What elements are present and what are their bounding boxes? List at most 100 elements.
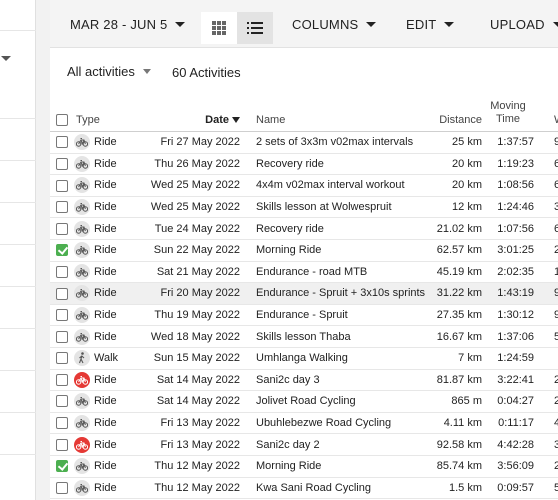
bike-icon	[74, 199, 90, 216]
side-panel-divider	[0, 160, 36, 161]
row-checkbox[interactable]	[56, 201, 68, 214]
table-row[interactable]: Ride Sat 21 May 2022 Endurance - road MTB 4…	[50, 261, 558, 284]
activity-name-link[interactable]: Morning Ride	[250, 239, 430, 262]
table-row[interactable]: Ride Sat 14 May 2022 Jolivet Road Cycling 8…	[50, 390, 558, 413]
date-cell: Sun 22 May 2022	[128, 239, 250, 262]
row-checkbox[interactable]	[56, 136, 68, 149]
table-row[interactable]: Ride Wed 25 May 2022 Skills lesson at Wolw…	[50, 196, 558, 219]
activity-name-link[interactable]: Endurance - road MTB	[250, 261, 430, 284]
moving-time-cell: 4:42:28	[482, 433, 540, 456]
row-checkbox[interactable]	[56, 438, 68, 451]
table-row[interactable]: Ride Tue 24 May 2022 Recovery ride 21.02 km…	[50, 217, 558, 240]
date-cell: Sat 14 May 2022	[128, 390, 250, 413]
chevron-down-icon	[444, 21, 455, 27]
row-checkbox[interactable]	[56, 417, 68, 430]
date-range-label: MAR 28 - JUN 5	[70, 16, 168, 32]
bike-icon	[74, 242, 90, 259]
bike-icon	[74, 328, 90, 345]
side-panel-divider	[0, 286, 36, 287]
work-cell: 46	[540, 412, 558, 435]
table-row[interactable]: Ride Fri 13 May 2022 Sani2c day 2 92.58 km 4…	[50, 433, 558, 456]
moving-time-cell: 0:09:57	[482, 477, 540, 500]
date-range-dropdown[interactable]: MAR 28 - JUN 5	[70, 0, 186, 48]
activity-name-link[interactable]: Endurance - Spruit + 3x10s sprints	[250, 282, 430, 305]
activity-name-link[interactable]: Ubuhlebezwe Road Cycling	[250, 412, 430, 435]
table-row[interactable]: Ride Fri 13 May 2022 Ubuhlebezwe Road Cycl…	[50, 412, 558, 435]
column-header-work[interactable]: Work	[540, 100, 558, 132]
activity-name-link[interactable]: Kwa Sani Road Cycling	[250, 477, 430, 500]
activity-name-link[interactable]: 4x4m v02max interval workout	[250, 174, 430, 197]
distance-cell: 16.67 km	[430, 325, 482, 348]
activity-name-link[interactable]: 2 sets of 3x3m v02max intervals	[250, 131, 430, 154]
table-row[interactable]: Ride Thu 12 May 2022 Morning Ride 85.74 km 3…	[50, 455, 558, 478]
activity-name-link[interactable]: Sani2c day 2	[250, 433, 430, 456]
row-checkbox[interactable]	[56, 265, 68, 278]
distance-cell: 20 km	[430, 174, 482, 197]
bike-icon	[74, 263, 90, 280]
bike-icon	[74, 393, 90, 410]
type-label: Ride	[94, 157, 117, 170]
edit-dropdown[interactable]: EDIT	[406, 0, 455, 48]
row-checkbox[interactable]	[56, 330, 68, 343]
distance-cell: 12 km	[430, 196, 482, 219]
columns-dropdown[interactable]: COLUMNS	[292, 0, 377, 48]
grid-view-button[interactable]	[201, 12, 237, 44]
row-checkbox[interactable]	[56, 309, 68, 322]
table-row[interactable]: Ride Thu 12 May 2022 Kwa Sani Road Cycling…	[50, 477, 558, 500]
select-all-checkbox[interactable]	[56, 114, 68, 126]
row-checkbox[interactable]	[56, 244, 68, 257]
table-row[interactable]: Walk Sun 15 May 2022 Umhlanga Walking 7 km 1…	[50, 347, 558, 370]
activity-name-link[interactable]: Morning Ride	[250, 455, 430, 478]
table-row[interactable]: Ride Wed 25 May 2022 4x4m v02max interval …	[50, 174, 558, 197]
type-label: Ride	[94, 222, 117, 235]
column-header-distance[interactable]: Distance	[430, 100, 482, 132]
table-row[interactable]: Ride Thu 19 May 2022 Endurance - Spruit 27.…	[50, 304, 558, 327]
table-row[interactable]: Ride Sat 14 May 2022 Sani2c day 3 81.87 km 3…	[50, 369, 558, 392]
distance-cell: 31.22 km	[430, 282, 482, 305]
side-panel-divider	[0, 328, 36, 329]
column-header-moving-time[interactable]: Moving Time	[482, 100, 540, 132]
column-header-date[interactable]: Date	[128, 100, 250, 132]
bike-icon	[74, 155, 90, 172]
type-label: Ride	[94, 460, 117, 473]
work-cell: 595	[540, 325, 558, 348]
row-checkbox[interactable]	[56, 222, 68, 235]
row-select-cell	[50, 304, 74, 327]
activity-name-link[interactable]: Umhlanga Walking	[250, 347, 430, 370]
row-checkbox[interactable]	[56, 460, 68, 473]
row-select-cell	[50, 196, 74, 219]
table-row[interactable]: Ride Fri 27 May 2022 2 sets of 3x3m v02max…	[50, 131, 558, 154]
column-header-type[interactable]: Type	[74, 100, 128, 132]
column-header-name[interactable]: Name	[250, 100, 430, 132]
select-all-header	[50, 100, 74, 132]
row-checkbox[interactable]	[56, 481, 68, 494]
table-row[interactable]: Ride Sun 22 May 2022 Morning Ride 62.57 km 3…	[50, 239, 558, 262]
activity-name-link[interactable]: Skills lesson Thaba	[250, 325, 430, 348]
row-checkbox[interactable]	[56, 352, 68, 365]
date-cell: Wed 25 May 2022	[128, 196, 250, 219]
row-checkbox[interactable]	[56, 179, 68, 192]
activity-name-link[interactable]: Jolivet Road Cycling	[250, 390, 430, 413]
table-row[interactable]: Ride Wed 18 May 2022 Skills lesson Thaba 16…	[50, 325, 558, 348]
upload-dropdown[interactable]: UPLOAD	[490, 0, 558, 48]
row-checkbox[interactable]	[56, 395, 68, 408]
table-row[interactable]: Ride Fri 20 May 2022 Endurance - Spruit + …	[50, 282, 558, 305]
table-row[interactable]: Ride Thu 26 May 2022 Recovery ride 20 km 1:1…	[50, 153, 558, 176]
activity-name-link[interactable]: Recovery ride	[250, 153, 430, 176]
activity-name-link[interactable]: Endurance - Spruit	[250, 304, 430, 327]
bike-icon	[74, 458, 90, 475]
column-header-date-label: Date	[205, 114, 229, 126]
list-view-button[interactable]	[237, 12, 273, 44]
activity-name-link[interactable]: Sani2c day 3	[250, 369, 430, 392]
work-cell: 26	[540, 390, 558, 413]
activity-filter-select[interactable]: All activities	[67, 64, 151, 79]
date-cell: Tue 24 May 2022	[128, 217, 250, 240]
work-cell: 942	[540, 131, 558, 154]
row-checkbox[interactable]	[56, 157, 68, 170]
side-panel-caret-icon[interactable]	[1, 56, 11, 61]
moving-time-cell: 1:43:19	[482, 282, 540, 305]
activity-name-link[interactable]: Recovery ride	[250, 217, 430, 240]
row-checkbox[interactable]	[56, 287, 68, 300]
row-checkbox[interactable]	[56, 373, 68, 386]
activity-name-link[interactable]: Skills lesson at Wolwespruit	[250, 196, 430, 219]
